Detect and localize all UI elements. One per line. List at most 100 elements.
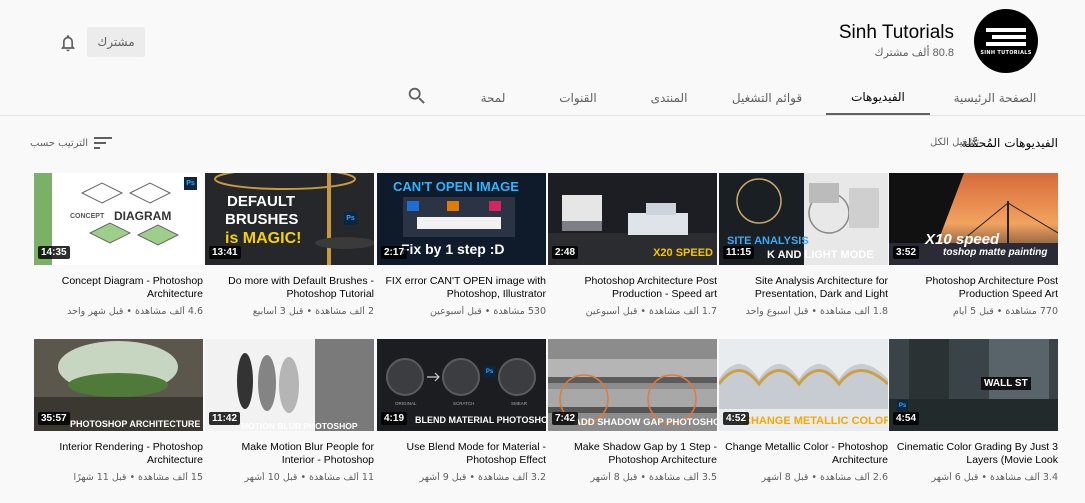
video-duration: 3:52 <box>893 246 920 259</box>
video-card[interactable]: CAN'T OPEN IMAGE Fix by 1 step :D 2:17 F… <box>377 173 546 323</box>
tab-community[interactable]: المنتدى <box>630 80 708 115</box>
tab-about[interactable]: لمحة <box>462 80 524 115</box>
video-card[interactable]: ADD SHADOW GAP PHOTOSHOP 7:42 Make Shado… <box>548 339 717 489</box>
tab-channels[interactable]: القنوات <box>540 80 616 115</box>
video-duration: 13:41 <box>209 246 241 259</box>
video-duration: 4:19 <box>381 412 408 425</box>
video-title[interactable]: Concept Diagram - Photoshop Architecture <box>38 275 203 300</box>
video-metadata: 3.5 ألف مشاهدة • قبل 8 أشهر <box>590 472 717 483</box>
thumbnail-caption: CAN'T OPEN IMAGE <box>393 179 519 194</box>
video-title[interactable]: Do more with Default Brushes - Photoshop… <box>209 275 374 300</box>
avatar-bar <box>992 34 1026 39</box>
video-card[interactable]: WALL ST 4:54 Cinematic Color Grading By … <box>889 339 1058 489</box>
video-thumbnail[interactable]: CHANGE METALLIC COLOR 4:52 <box>719 339 888 431</box>
avatar-logo-text: SINH TUTORIALS <box>980 50 1032 56</box>
subscriber-count: 80.8 ألف مشترك <box>874 47 955 59</box>
tab-playlists[interactable]: قوائم التشغيل <box>722 80 812 115</box>
video-thumbnail[interactable]: X10 speed toshop matte painting 3:52 <box>889 173 1058 265</box>
video-metadata: 1.7 ألف مشاهدة • قبل أسبوعين <box>585 306 717 317</box>
thumbnail-subcaption: toshop matte painting <box>943 247 1048 258</box>
video-duration: 2:17 <box>381 246 408 259</box>
sort-icon <box>94 137 113 149</box>
video-title[interactable]: Make Shadow Gap by 1 Step - Photoshop Ar… <box>552 441 717 466</box>
thumbnail-caption: CHANGE METALLIC COLOR <box>743 415 888 427</box>
video-metadata: 1.8 ألف مشاهدة • قبل أسبوع واحد <box>745 306 888 317</box>
video-thumbnail[interactable]: CAN'T OPEN IMAGE Fix by 1 step :D 2:17 <box>377 173 546 265</box>
video-title[interactable]: Photoshop Architecture Post Production S… <box>893 275 1059 300</box>
video-metadata: 15 ألف مشاهدة • قبل 11 شهرًا <box>73 472 203 483</box>
video-card[interactable]: X10 speed toshop matte painting 3:52 Pho… <box>889 173 1058 323</box>
video-thumbnail[interactable]: SITE ANALYSIS K AND LIGHT MODE 11:15 <box>719 173 888 265</box>
play-all-link[interactable]: تشغيل الكل <box>930 137 979 148</box>
thumbnail-label: SMEAR <box>511 401 528 406</box>
photoshop-icon: Ps <box>184 177 197 190</box>
video-thumbnail[interactable]: WALL ST 4:54 <box>889 339 1058 431</box>
tab-home[interactable]: الصفحة الرئيسية <box>944 80 1046 115</box>
video-card[interactable]: ORIGINAL SCRATCH SMEAR BLEND MATERIAL PH… <box>377 339 546 489</box>
avatar-bar <box>986 41 1026 46</box>
photoshop-icon: Ps <box>897 400 908 411</box>
thumbnail-caption: WALL ST <box>981 377 1031 390</box>
channel-tabs: الصفحة الرئيسية الفيديوهات قوائم التشغيل… <box>0 80 1085 115</box>
sort-by-button[interactable]: الترتيب حسب <box>30 135 113 151</box>
video-card[interactable]: PHOTOSHOP ARCHITECTURE 35:57 Interior Re… <box>34 339 203 489</box>
video-duration: 2:48 <box>552 246 579 259</box>
photoshop-icon: Ps <box>484 366 495 377</box>
search-icon[interactable] <box>406 85 428 107</box>
video-thumbnail[interactable]: PHOTOSHOP ARCHITECTURE 35:57 <box>34 339 203 431</box>
video-metadata: 770 مشاهدة • قبل 5 أيام <box>953 306 1058 317</box>
video-thumbnail[interactable]: CONCEPT DIAGRAM 14:35 <box>34 173 203 265</box>
video-card[interactable]: SITE ANALYSIS K AND LIGHT MODE 11:15 Sit… <box>719 173 888 323</box>
thumbnail-caption: X20 SPEED <box>653 247 713 259</box>
video-duration: 11:42 <box>209 412 241 425</box>
thumbnail-subcaption: Fix by 1 step :D <box>401 241 505 257</box>
thumbnail-caption: BLEND MATERIAL PHOTOSHOP <box>415 415 546 425</box>
video-title[interactable]: FIX error CAN'T OPEN image with Photosho… <box>381 275 546 300</box>
thumbnail-caption: X10 speed <box>925 231 1000 248</box>
thumbnail-caption: MOTION BLUR PHOTOSHOP <box>241 421 358 431</box>
video-thumbnail[interactable]: ADD SHADOW GAP PHOTOSHOP 7:42 <box>548 339 717 431</box>
video-duration: 35:57 <box>38 412 70 425</box>
video-metadata: 3.4 ألف مشاهدة • قبل 6 أشهر <box>931 472 1058 483</box>
subscribed-button[interactable]: مشترك <box>87 27 145 57</box>
photoshop-icon: Ps <box>344 212 357 225</box>
thumbnail-caption: CONCEPT <box>70 213 105 220</box>
video-card[interactable]: DEFAULT BRUSHES is MAGIC! 13:41 Do more … <box>205 173 374 323</box>
video-duration: 11:15 <box>723 246 755 259</box>
video-card[interactable]: X20 SPEED 2:48 Photoshop Architecture Po… <box>548 173 717 323</box>
video-title[interactable]: Change Metallic Color - Photoshop Archit… <box>723 441 888 466</box>
video-card[interactable]: CONCEPT DIAGRAM 14:35 Concept Diagram - … <box>34 173 203 323</box>
channel-name: Sinh Tutorials <box>838 22 954 43</box>
bell-icon[interactable] <box>58 33 78 53</box>
video-thumbnail[interactable]: ORIGINAL SCRATCH SMEAR BLEND MATERIAL PH… <box>377 339 546 431</box>
avatar-bar <box>986 27 1026 32</box>
video-metadata: 3.2 ألف مشاهدة • قبل 9 أشهر <box>419 472 546 483</box>
video-metadata: 11 ألف مشاهدة • قبل 10 أشهر <box>244 472 374 483</box>
video-title[interactable]: Photoshop Architecture Post Production -… <box>552 275 718 300</box>
video-duration: 7:42 <box>552 412 579 425</box>
video-metadata: 2 ألف مشاهدة • قبل 3 أسابيع <box>252 306 374 317</box>
video-title[interactable]: Site Analysis Architecture for Presentat… <box>723 275 888 300</box>
video-card[interactable]: MOTION BLUR PHOTOSHOP 11:42 Make Motion … <box>205 339 374 489</box>
thumbnail-caption: PHOTOSHOP ARCHITECTURE <box>70 419 201 429</box>
thumbnail-label: SCRATCH <box>453 401 475 406</box>
video-duration: 14:35 <box>38 246 70 259</box>
sort-by-label: الترتيب حسب <box>30 137 89 149</box>
video-card[interactable]: CHANGE METALLIC COLOR 4:52 Change Metall… <box>719 339 888 489</box>
video-thumbnail[interactable]: X20 SPEED 2:48 <box>548 173 717 265</box>
video-metadata: 2.6 ألف مشاهدة • قبل 8 أشهر <box>761 472 888 483</box>
thumbnail-caption: ADD SHADOW GAP PHOTOSHOP <box>574 417 717 428</box>
video-title[interactable]: Interior Rendering - Photoshop Architect… <box>38 441 203 466</box>
thumbnail-subcaption: BRUSHES <box>225 211 299 228</box>
thumbnail-subcaption: K AND LIGHT MODE <box>767 249 874 261</box>
video-metadata: 4.6 ألف مشاهدة • قبل شهر واحد <box>67 306 203 317</box>
thumbnail-subcaption: DIAGRAM <box>114 209 172 223</box>
thumbnail-label: ORIGINAL <box>395 401 417 406</box>
channel-avatar[interactable]: SINH TUTORIALS <box>974 9 1038 73</box>
video-title[interactable]: Make Motion Blur People for Interior - P… <box>209 441 374 466</box>
video-title[interactable]: Use Blend Mode for Material - Photoshop … <box>381 441 546 466</box>
video-thumbnail[interactable]: MOTION BLUR PHOTOSHOP 11:42 <box>205 339 374 431</box>
video-duration: 4:52 <box>723 412 750 425</box>
video-title[interactable]: Cinematic Color Grading By Just 3 Layers… <box>893 441 1058 466</box>
tab-videos[interactable]: الفيديوهات <box>826 80 930 115</box>
